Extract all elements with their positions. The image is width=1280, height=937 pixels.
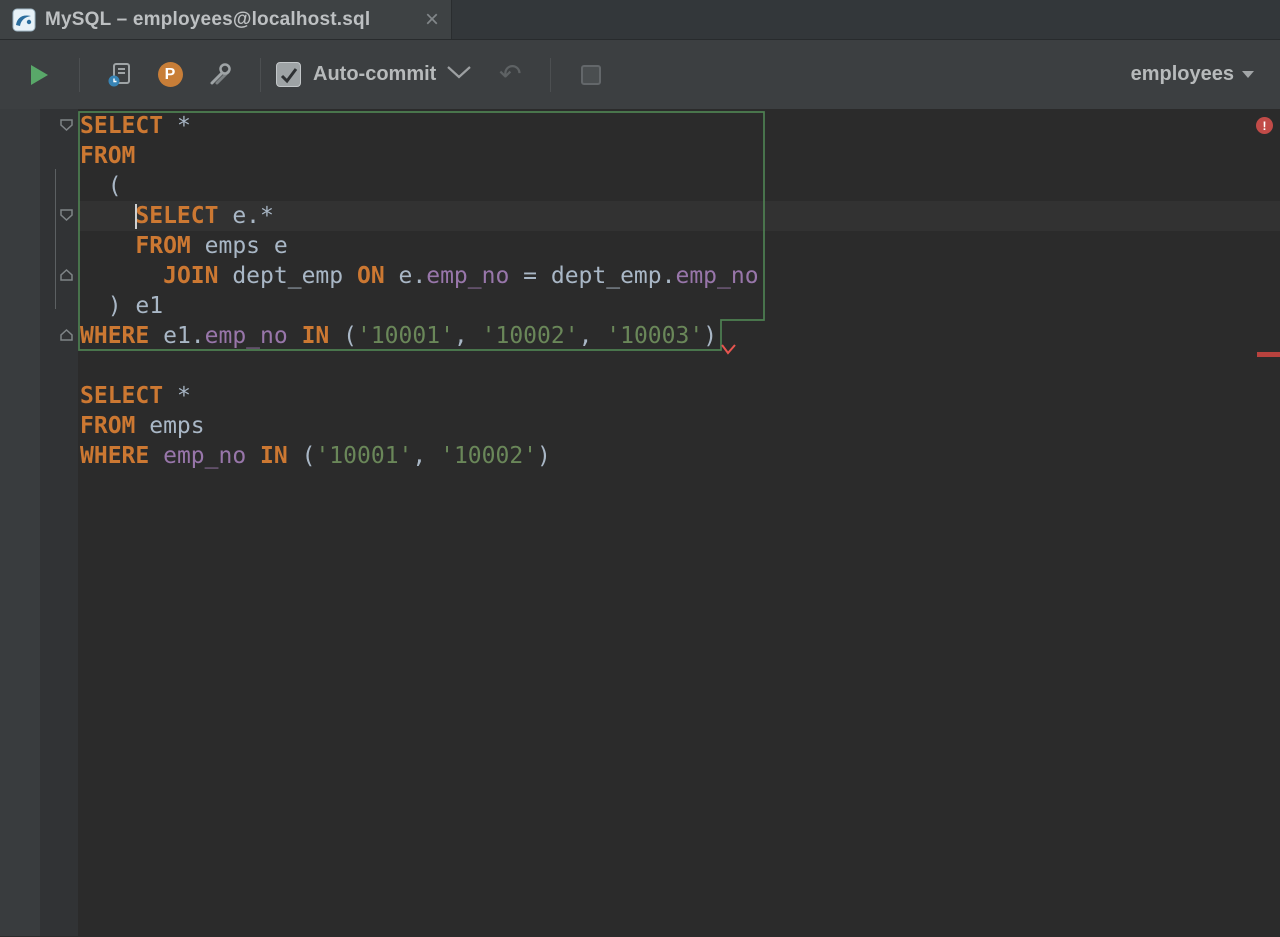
code-line[interactable]: FROM — [80, 141, 1280, 171]
code-line[interactable]: WHERE emp_no IN ('10001', '10002') — [80, 441, 1280, 471]
check-icon — [280, 67, 297, 83]
code-token: IN — [287, 323, 330, 349]
editor-area: SELECT * FROM ( SELECT e.* FROM emps e JO… — [0, 109, 1280, 936]
code-token: '10003' — [606, 323, 704, 349]
code-token: SELECT — [135, 203, 219, 229]
run-button[interactable] — [23, 59, 55, 91]
fold-start-icon[interactable] — [59, 118, 74, 132]
code-token: emps e — [190, 233, 288, 259]
fold-end-icon[interactable] — [59, 328, 74, 342]
code-lines: SELECT * FROM ( SELECT e.* FROM emps e JO… — [78, 109, 1280, 471]
error-squiggle-icon — [721, 344, 736, 355]
run-icon — [31, 64, 48, 85]
fold-end-icon[interactable] — [59, 268, 74, 282]
auto-commit-label: Auto-commit — [313, 63, 437, 85]
code-token: , — [578, 323, 607, 349]
code-line[interactable]: SELECT e.* — [80, 201, 1280, 231]
mysql-icon — [12, 8, 36, 32]
chevron-down-icon — [1242, 71, 1254, 78]
undo-button[interactable]: ↶ — [494, 59, 526, 91]
code-token: ) e1 — [80, 293, 164, 319]
code-token: = dept_emp. — [509, 263, 676, 289]
code-token: FROM — [135, 233, 191, 259]
tools-icon — [210, 62, 231, 84]
code-token: '10002' — [440, 443, 538, 469]
code-token: , — [412, 443, 441, 469]
error-stripe-mark[interactable] — [1257, 352, 1280, 357]
text-caret — [135, 204, 137, 229]
code-line[interactable]: SELECT * — [80, 111, 1280, 141]
code-token: ) — [703, 323, 718, 349]
code-token: ( — [80, 173, 122, 199]
schema-selector-value: employees — [1130, 63, 1234, 85]
toolbar: P Auto-commit ↶ employees — [0, 40, 1280, 109]
code-line[interactable]: ) e1 — [80, 291, 1280, 321]
code-token: WHERE — [80, 323, 150, 349]
code-token: '10001' — [315, 443, 413, 469]
parameters-icon: P — [157, 62, 183, 87]
toolbar-separator — [550, 57, 552, 92]
code-line[interactable]: JOIN dept_emp ON e.emp_no = dept_emp.emp… — [80, 261, 1280, 291]
code-line[interactable]: ( — [80, 171, 1280, 201]
toolbar-separator — [260, 57, 261, 92]
code-token: emp_no — [163, 443, 247, 469]
editor-tab-bar: MySQL – employees@localhost.sql × — [0, 0, 1280, 40]
code-token: * — [163, 383, 191, 409]
code-token: SELECT — [80, 113, 164, 139]
auto-commit-checkbox[interactable] — [276, 62, 301, 87]
editor-gutter — [40, 109, 78, 936]
suspend-button[interactable] — [575, 59, 607, 91]
code-token: , — [453, 323, 482, 349]
code-token: WHERE — [80, 443, 150, 469]
ide-window: MySQL – employees@localhost.sql × P Auto… — [0, 0, 1280, 937]
code-token: e1. — [149, 323, 205, 349]
schema-selector[interactable]: employees — [1131, 63, 1280, 86]
code-token: FROM — [80, 413, 136, 439]
code-line[interactable]: SELECT * — [80, 381, 1280, 411]
tab-title: MySQL – employees@localhost.sql — [45, 8, 371, 30]
code-token: e.* — [218, 203, 274, 229]
code-token: ON — [356, 263, 385, 289]
code-token: ( — [287, 443, 316, 469]
fold-start-icon[interactable] — [59, 208, 74, 222]
toolbar-separator — [79, 57, 80, 92]
code-token: FROM — [80, 143, 136, 169]
code-token: '10001' — [356, 323, 454, 349]
parameters-button[interactable]: P — [154, 59, 186, 91]
gutter-markers — [40, 109, 78, 936]
code-line[interactable] — [80, 351, 1280, 381]
error-indicator-icon[interactable]: ! — [1256, 117, 1273, 134]
code-token: emps — [135, 413, 205, 439]
code-token: emp_no — [426, 263, 510, 289]
code-area[interactable]: SELECT * FROM ( SELECT e.* FROM emps e JO… — [78, 109, 1280, 936]
code-token: ) — [537, 443, 551, 469]
jump-to-console-icon — [108, 62, 130, 86]
code-token: e. — [384, 263, 427, 289]
chevron-down-icon[interactable] — [446, 65, 472, 85]
settings-tools-button[interactable] — [204, 59, 236, 91]
code-line[interactable]: FROM emps e — [80, 231, 1280, 261]
code-token: '10002' — [481, 323, 579, 349]
code-token: JOIN — [163, 263, 219, 289]
code-token: SELECT — [80, 383, 164, 409]
code-line[interactable]: WHERE e1.emp_no IN ('10001', '10002', '1… — [80, 321, 1280, 351]
jump-to-console-button[interactable] — [104, 59, 136, 91]
tab-mysql-console[interactable]: MySQL – employees@localhost.sql × — [0, 0, 452, 39]
close-icon[interactable]: × — [425, 7, 439, 31]
undo-icon: ↶ — [499, 59, 522, 90]
code-token: dept_emp — [218, 263, 357, 289]
code-token: IN — [246, 443, 288, 469]
code-token: emp_no — [204, 323, 288, 349]
tool-window-stripe — [0, 109, 40, 936]
code-line[interactable]: FROM emps — [80, 411, 1280, 441]
code-token: * — [163, 113, 191, 139]
code-token: emp_no — [675, 263, 759, 289]
code-token: ( — [329, 323, 357, 349]
suspend-icon — [581, 64, 602, 85]
